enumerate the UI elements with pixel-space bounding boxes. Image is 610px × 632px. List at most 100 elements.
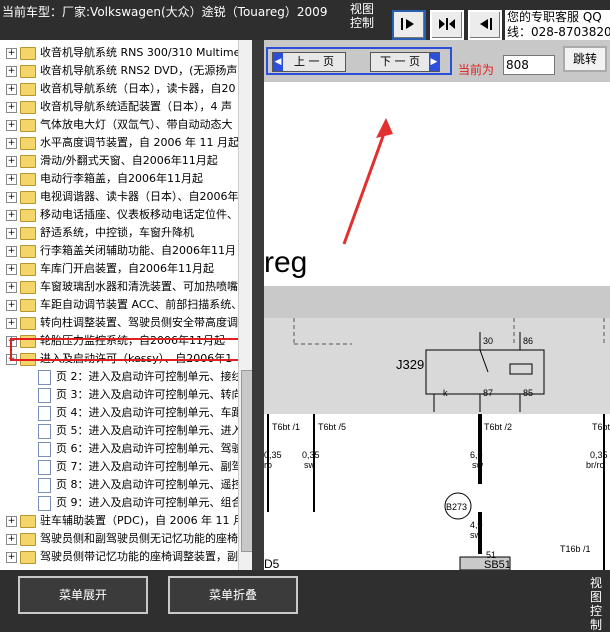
view-right-pane-button[interactable] bbox=[468, 10, 502, 40]
tree-item-label: 收音机导航系统适配装置（日本），4 声 bbox=[40, 100, 232, 113]
expand-icon[interactable]: + bbox=[6, 300, 17, 311]
tree-folder-item[interactable]: + 收音机导航系统 RNS 300/310 Multimed bbox=[0, 44, 252, 62]
tree-folder-item[interactable]: + 转向柱调整装置、驾驶员侧安全带高度调 bbox=[0, 314, 252, 332]
relay-label: J329 bbox=[396, 357, 424, 372]
folder-icon bbox=[20, 47, 36, 60]
folder-icon bbox=[20, 155, 36, 168]
tree-item-label: 气体放电大灯（双氙气）、带自动动态大 bbox=[40, 118, 233, 131]
expand-icon[interactable]: + bbox=[6, 156, 17, 167]
page-icon bbox=[38, 478, 51, 493]
tree-item-label: 收音机导航系统 RNS2 DVD，(无源扬声 bbox=[40, 64, 238, 77]
svg-text:0,35: 0,35 bbox=[302, 450, 320, 460]
view-left-pane-button[interactable] bbox=[392, 10, 426, 40]
tree-item-label: 页 2：进入及启动许可控制单元、接线 bbox=[56, 370, 243, 383]
tree-folder-item[interactable]: + 驾驶员侧带记忆功能的座椅调整装置，副 bbox=[0, 548, 252, 566]
expand-icon[interactable]: + bbox=[6, 102, 17, 113]
tree-item-label: 页 4：进入及启动许可控制单元、车距 bbox=[56, 406, 243, 419]
vehicle-title: 当前车型：厂家:Volkswagen(大众）途锐（Touareg）2009 bbox=[2, 5, 328, 19]
tree-folder-item[interactable]: + 滑动/外翻式天窗、自2006年11月起 bbox=[0, 152, 252, 170]
expand-icon[interactable]: + bbox=[6, 282, 17, 293]
diagram-title-fragment: reg bbox=[264, 246, 307, 279]
svg-text:6,0: 6,0 bbox=[470, 450, 483, 460]
relay-panel-bg bbox=[264, 318, 610, 414]
svg-text:87: 87 bbox=[483, 388, 493, 398]
tree-folder-item[interactable]: + 驾驶员侧和副驾驶员侧无记忆功能的座椅 bbox=[0, 530, 252, 548]
tree-folder-item[interactable]: + 车距自动调节装置 ACC、前部扫描系统、 bbox=[0, 296, 252, 314]
folder-icon bbox=[20, 83, 36, 96]
tree-item-label: 舒适系统，中控锁，车窗升降机 bbox=[40, 226, 194, 239]
tree-page-item[interactable]: 页 2：进入及启动许可控制单元、接线 bbox=[0, 368, 252, 386]
prev-page-button[interactable]: ◀ 上 一 页 bbox=[272, 52, 346, 72]
folder-icon bbox=[20, 317, 36, 330]
arrow-left-icon bbox=[480, 18, 492, 30]
tree-page-item[interactable]: 页 3：进入及启动许可控制单元、转向 bbox=[0, 386, 252, 404]
tree-folder-item[interactable]: + 水平高度调节装置，自 2006 年 11 月起 bbox=[0, 134, 252, 152]
view-split-button[interactable] bbox=[430, 10, 464, 40]
folder-icon bbox=[20, 209, 36, 222]
tree-folder-item[interactable]: + 驻车辅助装置（PDC)，自 2006 年 11 月 bbox=[0, 512, 252, 530]
tree-folder-item[interactable]: + 移动电话插座、仪表板移动电话定位件、 bbox=[0, 206, 252, 224]
svg-text:T6bt /5: T6bt /5 bbox=[318, 422, 346, 432]
expand-icon[interactable]: + bbox=[6, 84, 17, 95]
tree-page-item[interactable]: 页 6：进入及启动许可控制单元、驾驶 bbox=[0, 440, 252, 458]
tree-folder-item[interactable]: + 收音机导航系统 RNS2 DVD，(无源扬声 bbox=[0, 62, 252, 80]
svg-text:0,35: 0,35 bbox=[264, 450, 282, 460]
page-nav-bar: ◀ 上 一 页 下 一 页 ▶ 当前为 808 跳转 bbox=[264, 40, 610, 82]
folder-icon bbox=[20, 173, 36, 186]
page-icon bbox=[38, 442, 51, 457]
tree-item-label: 驻车辅助装置（PDC)，自 2006 年 11 月 bbox=[40, 514, 245, 527]
tree-scrollbar[interactable] bbox=[238, 40, 253, 570]
svg-text:k: k bbox=[443, 388, 448, 398]
tree-item-label: 行李箱盖关闭辅助功能、自2006年11月 bbox=[40, 244, 236, 257]
svg-text:SB51: SB51 bbox=[484, 559, 511, 570]
expand-icon[interactable]: + bbox=[6, 516, 17, 527]
current-page-label: 当前为 bbox=[458, 63, 495, 77]
tree-item-label: 页 3：进入及启动许可控制单元、转向 bbox=[56, 388, 243, 401]
expand-icon[interactable]: + bbox=[6, 228, 17, 239]
tree-folder-item[interactable]: + 电视调谐器、读卡器（日本）、自2006年 bbox=[0, 188, 252, 206]
tree-folder-item[interactable]: + 收音机导航系统（日本），读卡器，自20 bbox=[0, 80, 252, 98]
expand-icon[interactable]: + bbox=[6, 318, 17, 329]
folder-icon bbox=[20, 281, 36, 294]
folder-icon bbox=[20, 299, 36, 312]
expand-icon[interactable]: + bbox=[6, 192, 17, 203]
tree-folder-item[interactable]: + 收音机导航系统适配装置（日本），4 声 bbox=[0, 98, 252, 116]
expand-icon[interactable]: + bbox=[6, 66, 17, 77]
expand-icon[interactable]: + bbox=[6, 210, 17, 221]
expand-icon[interactable]: + bbox=[6, 48, 17, 59]
tree-page-item[interactable]: 页 4：进入及启动许可控制单元、车距 bbox=[0, 404, 252, 422]
expand-icon[interactable]: + bbox=[6, 174, 17, 185]
tree-page-item[interactable]: 页 8：进入及启动许可控制单元、遥控 bbox=[0, 476, 252, 494]
view-control-label: 视图 控制 bbox=[350, 2, 375, 30]
tree-page-item[interactable]: 页 9：进入及启动许可控制单元、组合 bbox=[0, 494, 252, 512]
folder-icon bbox=[20, 65, 36, 78]
header-bar: 当前车型：厂家:Volkswagen(大众）途锐（Touareg）2009 视图… bbox=[0, 0, 610, 40]
svg-text:51: 51 bbox=[486, 550, 496, 560]
expand-icon[interactable]: + bbox=[6, 264, 17, 275]
tree-folder-item[interactable]: + 车窗玻璃刮水器和清洗装置、可加热喷嘴 bbox=[0, 278, 252, 296]
tree-item-label: 转向柱调整装置、驾驶员侧安全带高度调 bbox=[40, 316, 238, 329]
arrow-right-icon bbox=[401, 18, 414, 30]
tree-item-label: 水平高度调节装置，自 2006 年 11 月起 bbox=[40, 136, 239, 149]
tree-folder-item[interactable]: + 车库门开启装置，自2006年11月起 bbox=[0, 260, 252, 278]
tree-folder-item[interactable]: + 行李箱盖关闭辅助功能、自2006年11月 bbox=[0, 242, 252, 260]
expand-icon[interactable]: + bbox=[6, 138, 17, 149]
tree-folder-item[interactable]: + 电动行李箱盖，自2006年11月起 bbox=[0, 170, 252, 188]
page-number-input[interactable]: 808 bbox=[503, 55, 555, 75]
tree-folder-item[interactable]: + 舒适系统，中控锁，车窗升降机 bbox=[0, 224, 252, 242]
expand-icon[interactable]: + bbox=[6, 120, 17, 131]
pane-divider[interactable] bbox=[252, 40, 264, 570]
tree-page-item[interactable]: 页 7：进入及启动许可控制单元、副驾 bbox=[0, 458, 252, 476]
tree-page-item[interactable]: 页 5：进入及启动许可控制单元、进入 bbox=[0, 422, 252, 440]
expand-icon[interactable]: + bbox=[6, 552, 17, 563]
collapse-menu-button[interactable]: 菜单折叠 bbox=[168, 576, 298, 614]
folder-icon bbox=[20, 191, 36, 204]
arrow-right-icon: ▶ bbox=[429, 53, 439, 71]
expand-icon[interactable]: + bbox=[6, 534, 17, 545]
expand-menu-button[interactable]: 菜单展开 bbox=[18, 576, 148, 614]
jump-button[interactable]: 跳转 bbox=[563, 46, 607, 72]
tree-folder-item[interactable]: + 气体放电大灯（双氙气）、带自动动态大 bbox=[0, 116, 252, 134]
next-page-button[interactable]: 下 一 页 ▶ bbox=[370, 52, 440, 72]
expand-icon[interactable]: + bbox=[6, 246, 17, 257]
svg-text:sw: sw bbox=[304, 460, 316, 470]
